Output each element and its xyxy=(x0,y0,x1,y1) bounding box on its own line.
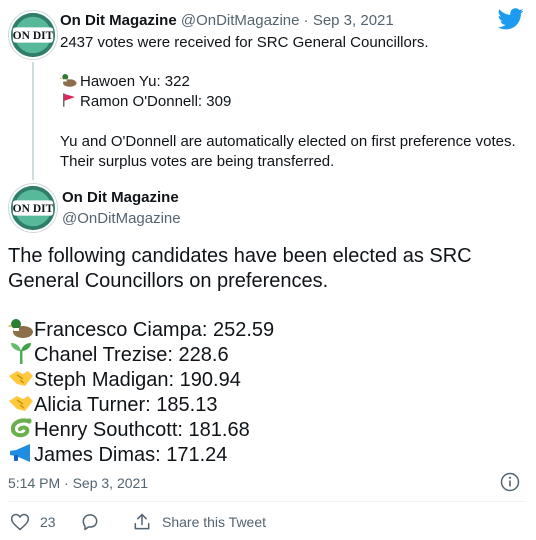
candidate-text: Steph Madigan: 190.94 xyxy=(34,369,241,391)
megaphone-icon xyxy=(10,444,30,462)
handshake-icon xyxy=(9,371,33,386)
duck-icon xyxy=(8,319,33,338)
candidate-text: James Dimas: 171.24 xyxy=(34,444,228,466)
result-text: Hawoen Yu: 322 xyxy=(80,73,190,90)
svg-text:ON DIT: ON DIT xyxy=(13,203,54,215)
on-dit-logo: ON DIT xyxy=(10,12,56,58)
author-name[interactable]: On Dit Magazine xyxy=(60,12,177,29)
reply-icon xyxy=(82,514,98,531)
candidate-row: Chanel Trezise: 228.6 xyxy=(8,342,229,368)
candidate-text: Francesco Ciampa: 252.59 xyxy=(34,319,275,341)
seedling-icon xyxy=(11,343,31,364)
tweet1-header: On Dit Magazine @OnDitMagazine · Sep 3, … xyxy=(60,12,394,29)
candidate-row: Steph Madigan: 190.94 xyxy=(8,367,241,393)
author-handle[interactable]: @OnDitMagazine xyxy=(181,12,300,29)
handshake-icon xyxy=(9,396,33,411)
reply-button[interactable] xyxy=(80,512,100,532)
svg-text:ON DIT: ON DIT xyxy=(13,30,54,42)
candidate-row: Henry Southcott: 181.68 xyxy=(8,417,250,443)
thread-line xyxy=(32,62,34,180)
candidate-text: Henry Southcott: 181.68 xyxy=(34,419,250,441)
on-dit-logo: ON DIT xyxy=(10,185,56,231)
candidate-row: Alicia Turner: 185.13 xyxy=(8,392,217,418)
result-text: Ramon O'Donnell: 309 xyxy=(80,93,232,110)
like-button[interactable]: 23 xyxy=(10,512,56,532)
duck-icon xyxy=(60,74,77,87)
candidate-text: Alicia Turner: 185.13 xyxy=(34,394,218,416)
tweet-date[interactable]: Sep 3, 2021 xyxy=(313,12,394,29)
share-label: Share this Tweet xyxy=(162,514,267,530)
candidate-row: James Dimas: 171.24 xyxy=(8,442,227,468)
tweet-timestamp[interactable]: 5:14 PM · Sep 3, 2021 xyxy=(8,475,148,491)
avatar[interactable]: ON DIT xyxy=(8,10,58,60)
share-button[interactable]: Share this Tweet xyxy=(132,512,266,532)
author-handle[interactable]: @OnDitMagazine xyxy=(62,210,181,227)
result-row: Hawoen Yu: 322 xyxy=(60,72,190,92)
tweet1-line1: 2437 votes were received for SRC General… xyxy=(60,34,429,51)
result-row: Ramon O'Donnell: 309 xyxy=(60,92,231,112)
tweet2-intro-line1: The following candidates have been elect… xyxy=(8,245,472,267)
divider xyxy=(8,501,526,502)
red-flag-icon xyxy=(63,93,75,107)
separator: · xyxy=(303,12,309,29)
twitter-bird-icon[interactable] xyxy=(498,8,524,30)
like-count: 23 xyxy=(40,514,56,530)
author-name[interactable]: On Dit Magazine xyxy=(62,189,179,206)
tweet1-para-line2: Their surplus votes are being transferre… xyxy=(60,153,335,170)
tweet2-intro-line2: General Councillors on preferences. xyxy=(8,270,329,292)
info-icon[interactable] xyxy=(500,472,520,492)
share-icon xyxy=(134,513,150,530)
snake-icon xyxy=(10,418,32,438)
candidate-row: Francesco Ciampa: 252.59 xyxy=(8,317,274,343)
heart-icon xyxy=(10,513,30,531)
avatar[interactable]: ON DIT xyxy=(8,183,58,233)
tweet1-para-line1: Yu and O'Donnell are automatically elect… xyxy=(60,133,516,150)
candidate-text: Chanel Trezise: 228.6 xyxy=(34,344,229,366)
